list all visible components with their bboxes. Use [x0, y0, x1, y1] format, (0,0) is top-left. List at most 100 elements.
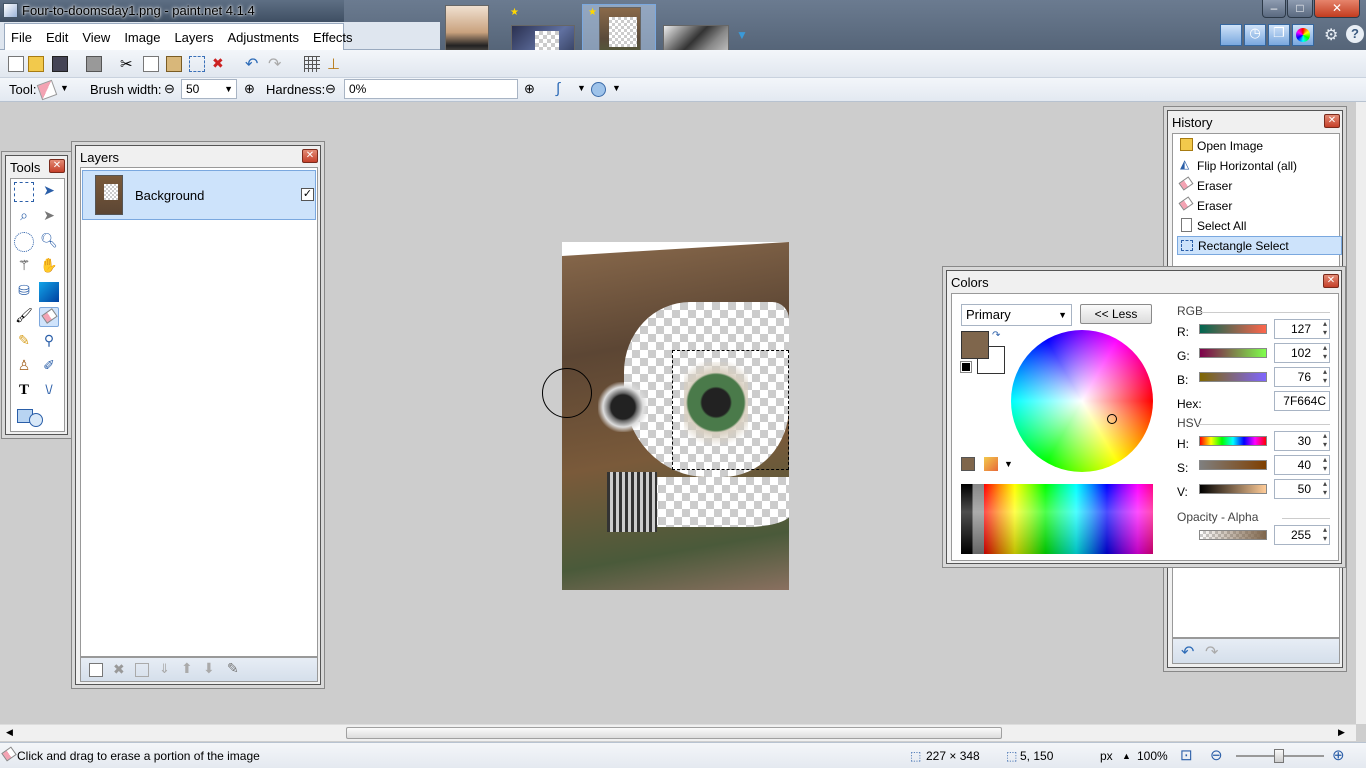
eraser-tool-icon-selected[interactable]: [39, 307, 59, 327]
history-toggle-icon[interactable]: ◷: [1244, 24, 1266, 46]
pencil-tool-icon[interactable]: ✎: [14, 332, 34, 352]
g-slider[interactable]: [1199, 348, 1267, 358]
tab-dropdown-icon[interactable]: ▼: [736, 28, 748, 42]
layers-toggle-icon[interactable]: ❐: [1268, 24, 1290, 46]
menu-file[interactable]: File: [11, 30, 32, 45]
clone-stamp-tool-icon[interactable]: ♙: [14, 357, 34, 377]
vertical-scrollbar[interactable]: [1356, 102, 1366, 724]
primary-color-swatch[interactable]: [961, 331, 989, 359]
add-layer-icon[interactable]: [89, 663, 103, 677]
horizontal-scrollbar[interactable]: ◀ ▶: [0, 724, 1356, 741]
history-panel-close-button[interactable]: ✕: [1324, 114, 1340, 128]
save-icon[interactable]: [52, 56, 68, 72]
cut-icon[interactable]: ✂: [120, 55, 136, 73]
rectangle-select-tool-icon[interactable]: [14, 182, 34, 202]
menu-image[interactable]: Image: [124, 30, 160, 45]
s-slider[interactable]: [1199, 460, 1267, 470]
v-input[interactable]: 50: [1274, 479, 1330, 499]
history-item-eraser-2[interactable]: Eraser: [1177, 196, 1342, 215]
units-dropdown-icon[interactable]: ▲: [1122, 751, 1131, 761]
history-item-eraser-1[interactable]: Eraser: [1177, 176, 1342, 195]
b-input[interactable]: 76: [1274, 367, 1330, 387]
zoom-slider-thumb[interactable]: [1274, 749, 1284, 763]
eraser-tool-icon[interactable]: [36, 79, 58, 101]
blend-mode-icon[interactable]: [591, 82, 606, 97]
paint-bucket-tool-icon[interactable]: ⛁: [14, 282, 34, 302]
copy-icon[interactable]: [143, 56, 159, 72]
delete-layer-icon[interactable]: ✖: [113, 661, 125, 678]
palette-dropdown-icon[interactable]: ▼: [1004, 459, 1013, 469]
v-slider[interactable]: [1199, 484, 1267, 494]
move-layer-down-icon[interactable]: ⬇: [203, 660, 215, 677]
zoom-level[interactable]: 100%: [1137, 749, 1168, 763]
tools-panel-close-button[interactable]: ✕: [49, 159, 65, 173]
reset-colors-icon[interactable]: [960, 361, 972, 373]
units-selector[interactable]: px: [1100, 749, 1113, 763]
antialiasing-icon[interactable]: ∫: [556, 80, 560, 97]
hex-input[interactable]: 7F664C: [1274, 391, 1330, 411]
undo-icon[interactable]: ↶: [245, 54, 261, 73]
new-image-icon[interactable]: [8, 56, 24, 72]
menu-adjustments[interactable]: Adjustments: [227, 30, 299, 45]
r-slider[interactable]: [1199, 324, 1267, 334]
g-input[interactable]: 102: [1274, 343, 1330, 363]
crop-to-selection-icon[interactable]: [189, 56, 205, 72]
palette-menu-icon[interactable]: [984, 457, 998, 471]
paintbrush-tool-icon[interactable]: 🖌︎: [14, 307, 34, 327]
magic-wand-tool-icon[interactable]: ⚚: [14, 257, 34, 277]
menu-edit[interactable]: Edit: [46, 30, 68, 45]
zoom-tool-icon[interactable]: 🔍︎: [39, 232, 59, 252]
help-icon[interactable]: ?: [1346, 25, 1364, 43]
text-tool-icon[interactable]: T: [14, 382, 34, 402]
swap-colors-icon[interactable]: ↷: [992, 330, 1000, 341]
paste-icon[interactable]: [166, 56, 182, 72]
layer-visibility-checkbox[interactable]: ✓: [301, 188, 314, 201]
recolor-tool-icon[interactable]: ✐: [39, 357, 59, 377]
minimize-button[interactable]: –: [1262, 0, 1286, 18]
history-item-open-image[interactable]: Open Image: [1177, 136, 1342, 155]
color-picker-tool-icon[interactable]: ⚲: [39, 332, 59, 352]
tools-toggle-icon[interactable]: [1220, 24, 1242, 46]
gradient-tool-icon[interactable]: [39, 282, 59, 302]
brush-width-input[interactable]: 50 ▼: [181, 79, 237, 99]
h-slider[interactable]: [1199, 436, 1267, 446]
tool-dropdown-icon[interactable]: ▼: [60, 83, 69, 93]
menu-view[interactable]: View: [82, 30, 110, 45]
menu-layers[interactable]: Layers: [174, 30, 213, 45]
line-curve-tool-icon[interactable]: \/: [39, 382, 59, 402]
move-selection-tool-icon[interactable]: ➤: [39, 207, 59, 227]
zoom-slider[interactable]: [1236, 749, 1324, 763]
colors-toggle-icon[interactable]: [1292, 24, 1314, 46]
zoom-in-icon[interactable]: ⊕: [1332, 746, 1345, 764]
ellipse-select-tool-icon[interactable]: [14, 232, 34, 252]
history-item-select-all[interactable]: Select All: [1177, 216, 1342, 235]
history-item-rectangle-select[interactable]: Rectangle Select: [1177, 236, 1342, 255]
blend-mode-dropdown-icon[interactable]: ▼: [612, 83, 621, 93]
duplicate-layer-icon[interactable]: [135, 663, 149, 677]
history-undo-icon[interactable]: ↶: [1181, 642, 1194, 662]
merge-layer-down-icon[interactable]: ⇓: [159, 661, 170, 677]
layers-panel-close-button[interactable]: ✕: [302, 149, 318, 163]
move-layer-up-icon[interactable]: ⬆: [181, 660, 193, 677]
b-slider[interactable]: [1199, 372, 1267, 382]
zoom-to-window-icon[interactable]: ⊡: [1180, 746, 1193, 764]
color-wheel[interactable]: [1011, 330, 1153, 472]
brush-width-increase-icon[interactable]: ⊕: [244, 81, 255, 97]
close-button[interactable]: ✕: [1314, 0, 1360, 18]
less-button[interactable]: << Less: [1080, 304, 1152, 324]
print-icon[interactable]: [86, 56, 102, 72]
color-palette[interactable]: [961, 484, 1153, 554]
antialiasing-dropdown-icon[interactable]: ▼: [577, 83, 586, 93]
grid-icon[interactable]: [304, 56, 320, 72]
canvas-image[interactable]: [562, 242, 789, 590]
layer-row-background[interactable]: Background ✓: [82, 170, 316, 220]
hardness-decrease-icon[interactable]: ⊖: [325, 81, 336, 97]
color-mode-select[interactable]: Primary ▼: [961, 304, 1072, 326]
maximize-button[interactable]: □: [1287, 0, 1313, 18]
s-input[interactable]: 40: [1274, 455, 1330, 475]
hardness-increase-icon[interactable]: ⊕: [524, 81, 535, 97]
horizontal-scroll-thumb[interactable]: [346, 727, 1002, 739]
lasso-select-tool-icon[interactable]: ⌕: [14, 207, 34, 227]
layer-properties-icon[interactable]: ✎: [227, 660, 239, 677]
hardness-input[interactable]: 0%: [344, 79, 518, 99]
